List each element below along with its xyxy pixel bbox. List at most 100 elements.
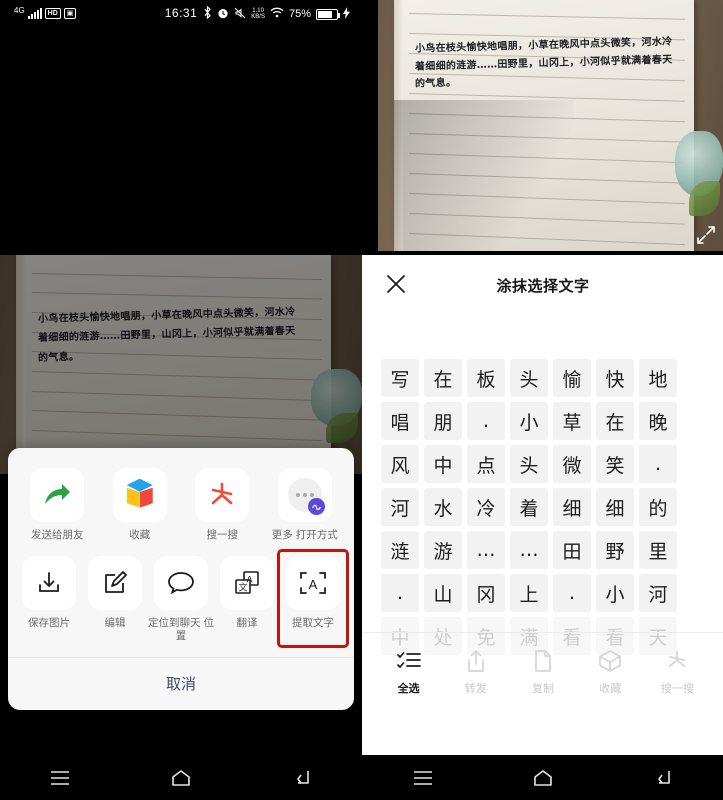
ocr-char[interactable]: 野 [596,531,634,569]
ocr-char[interactable]: 写 [381,359,419,397]
notebook-photo-fullview[interactable]: 小鸟在枝头愉快地唱朋，小草在晚风中点头微笑，河水冷 着细细的涟游……田野里，山冈… [378,0,723,251]
copy-button[interactable]: 复制 [509,648,576,696]
ocr-row[interactable]: 涟 游 … … 田 野 里 [381,531,705,569]
ocr-char[interactable]: 愉 [553,359,591,397]
ocr-char[interactable]: 里 [639,531,677,569]
ocr-char[interactable]: 的 [639,488,677,526]
cancel-button[interactable]: 取消 [8,658,354,710]
share-option-label: 更多 打开方式 [271,528,338,541]
back-icon[interactable] [650,765,676,791]
share-option-locate-chat[interactable]: 定位到聊天 位置 [148,552,214,645]
ocr-char[interactable]: 河 [639,574,677,612]
ocr-header: 涂抹选择文字 [363,255,723,317]
share-option-search[interactable]: 搜一搜 [181,464,264,544]
data-speed-indicator: 1.10 KB/S [251,8,265,20]
ocr-row[interactable]: 唱 朋 . 小 草 在 晚 [381,402,705,440]
share-option-send-to-friend[interactable]: 发送给朋友 [16,464,99,544]
ocr-char[interactable]: 笑 [596,445,634,483]
ocr-char[interactable]: 晚 [639,402,677,440]
share-option-more-open-methods[interactable]: 更多 打开方式 [264,464,347,544]
download-icon [22,555,76,610]
ocr-char[interactable]: 涟 [381,531,419,569]
ocr-row[interactable]: 风 中 点 头 微 笑 . [381,445,705,483]
ocr-char[interactable]: 头 [510,359,548,397]
ocr-char[interactable]: . [381,574,419,612]
ocr-char[interactable]: 河 [381,488,419,526]
edit-pencil-icon [88,555,142,610]
ocr-char[interactable]: 冷 [467,488,505,526]
ocr-char[interactable]: … [510,531,548,569]
translate-icon: A 文 [220,555,274,610]
share-option-edit[interactable]: 编辑 [82,552,148,645]
photo-dim-overlay [0,255,362,474]
forward-arrow-icon [30,467,85,522]
extract-text-icon: A [286,555,340,610]
home-icon[interactable] [168,765,194,791]
share-option-translate[interactable]: A 文 翻译 [214,552,280,645]
ocr-char[interactable]: 风 [381,445,419,483]
battery-percent-label: 75% [288,8,311,20]
menu-icon[interactable] [410,765,436,791]
share-option-label: 提取文字 [292,616,334,629]
ocr-character-grid[interactable]: 写 在 板 头 愉 快 地 唱 朋 . 小 草 在 晚 风 中 点 头 微 笑 … [363,317,723,655]
ocr-char[interactable]: 中 [424,445,462,483]
ocr-char[interactable]: 微 [553,445,591,483]
ocr-char[interactable]: 板 [467,359,505,397]
ocr-char[interactable]: 朋 [424,402,462,440]
share-option-extract-text[interactable]: A 提取文字 [277,548,349,649]
ocr-row[interactable]: 写 在 板 头 愉 快 地 [381,359,705,397]
select-all-button[interactable]: 全选 [375,648,442,696]
sim-badge-icon: ▣ [63,8,77,19]
more-options-icon [277,467,332,522]
ocr-char[interactable]: 细 [596,488,634,526]
select-all-icon [396,648,421,674]
mute-icon [234,7,246,22]
wifi-icon [270,7,284,21]
status-bar-left: 4G HD ▣ [14,7,77,19]
share-option-label: 定位到聊天 位置 [148,616,214,642]
home-icon[interactable] [530,765,556,791]
ocr-char[interactable]: 田 [553,531,591,569]
favorite-button[interactable]: 收藏 [577,648,644,696]
ocr-char[interactable]: 细 [553,488,591,526]
share-option-label: 发送给朋友 [31,528,84,541]
ocr-char[interactable]: 地 [639,359,677,397]
search-button[interactable]: 搜一搜 [644,648,711,696]
ocr-char[interactable]: 上 [510,574,548,612]
ocr-char[interactable]: … [467,531,505,569]
forward-button[interactable]: 转发 [442,648,509,696]
back-icon[interactable] [289,765,315,791]
ocr-char[interactable]: 冈 [467,574,505,612]
ocr-char[interactable]: 头 [510,445,548,483]
ocr-char[interactable]: . [553,574,591,612]
expand-icon[interactable] [696,225,716,245]
search-icon [665,648,689,674]
ocr-char[interactable]: 草 [553,402,591,440]
ocr-char[interactable]: 点 [467,445,505,483]
ocr-panel-title: 涂抹选择文字 [496,278,590,295]
page-shadow [393,100,574,251]
ocr-char[interactable]: . [639,445,677,483]
ocr-char[interactable]: 在 [424,359,462,397]
ocr-char[interactable]: 在 [596,402,634,440]
ocr-char[interactable]: 游 [424,531,462,569]
ocr-row[interactable]: . 山 冈 上 . 小 河 [381,574,705,612]
ocr-char[interactable]: 水 [424,488,462,526]
notebook-page: 小鸟在枝头愉快地唱朋，小草在晚风中点头微笑，河水冷 着细细的涟游……田野里，山冈… [393,0,694,251]
ocr-char[interactable]: 小 [596,574,634,612]
ocr-char[interactable]: . [467,402,505,440]
share-option-favorite[interactable]: 收藏 [99,464,182,544]
ocr-char[interactable]: 唱 [381,402,419,440]
ocr-text-selection-screen: 涂抹选择文字 写 在 板 头 愉 快 地 唱 朋 . 小 草 在 晚 风 中 点… [363,255,723,755]
ocr-char[interactable]: 山 [424,574,462,612]
screenshot-root: 4G HD ▣ 16:31 1.10 KB/S 75% 小鸟在枝头愉快地唱朋，小… [0,0,723,800]
navigation-bar-left [0,755,362,800]
ocr-char[interactable]: 小 [510,402,548,440]
share-option-save-image[interactable]: 保存图片 [16,552,82,645]
status-bar-clock: 16:31 [164,6,198,20]
ocr-row[interactable]: 河 水 冷 着 细 细 的 [381,488,705,526]
ocr-char[interactable]: 着 [510,488,548,526]
menu-icon[interactable] [47,765,73,791]
ocr-char[interactable]: 快 [596,359,634,397]
hd-badge-icon: HD [44,8,61,19]
